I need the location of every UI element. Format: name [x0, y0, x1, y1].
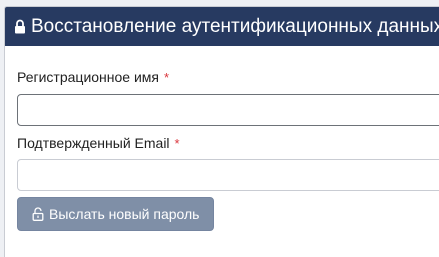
email-label: Подтвержденный Email * [17, 135, 180, 151]
username-label: Регистрационное имя * [17, 69, 169, 85]
panel-title: Восстановление аутентификационных данных [31, 15, 439, 37]
send-new-password-button[interactable]: Выслать новый пароль [17, 197, 214, 231]
email-required-star: * [174, 136, 180, 151]
send-new-password-label: Выслать новый пароль [49, 206, 200, 222]
unlock-icon [32, 207, 44, 221]
password-recovery-panel: Восстановление аутентификационных данных… [4, 6, 439, 257]
username-label-text: Регистрационное имя [17, 69, 159, 85]
email-input[interactable] [17, 159, 439, 191]
username-input[interactable] [17, 94, 439, 126]
lock-icon [14, 19, 26, 34]
panel-header: Восстановление аутентификационных данных [5, 7, 439, 46]
username-required-star: * [164, 70, 170, 85]
email-label-text: Подтвержденный Email [17, 135, 170, 151]
